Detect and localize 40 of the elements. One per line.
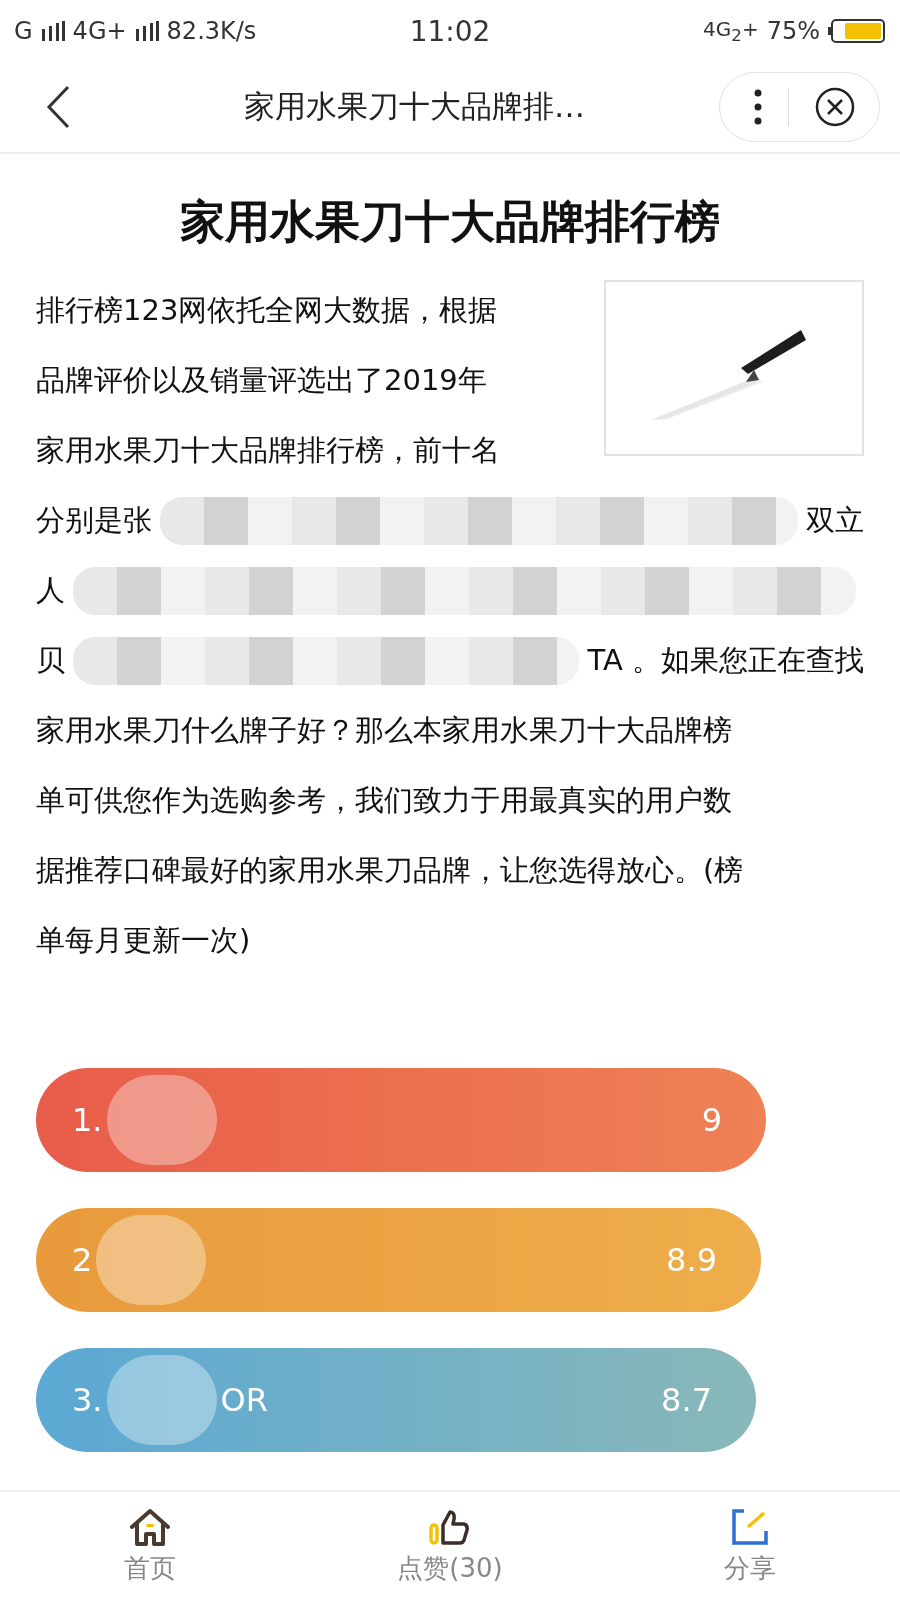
tab-item[interactable]: 点赞(30): [350, 1506, 550, 1586]
network-label: 4G+: [72, 17, 127, 45]
article-text: 双立: [806, 502, 864, 539]
page-title: 家用水果刀十大品牌排…: [243, 87, 586, 126]
tab-item[interactable]: 分享: [650, 1506, 850, 1586]
article-text: 分别是张: [36, 502, 152, 539]
more-icon[interactable]: [754, 89, 762, 125]
home-icon: [128, 1506, 172, 1547]
article-text: 单可供您作为选购参考，我们致力于用最真实的用户数: [36, 782, 732, 819]
back-icon[interactable]: [46, 85, 70, 129]
brand-name: OR: [220, 1381, 268, 1419]
article-text: 品牌评价以及销量评选出了2019年: [36, 362, 487, 399]
article-text: 单每月更新一次): [36, 922, 251, 959]
article-text: 贝: [36, 642, 65, 679]
article-text: 人: [36, 572, 65, 609]
close-icon[interactable]: [815, 87, 855, 127]
ranking-bar[interactable]: 2 8.9: [36, 1208, 761, 1312]
score: 8.9: [666, 1241, 717, 1279]
score: 9: [701, 1101, 722, 1139]
battery-percent: 75%: [766, 17, 820, 45]
speed-label: 82.3K/s: [166, 17, 257, 45]
ranking-bar[interactable]: 3. OR 8.7: [36, 1348, 756, 1452]
article-text: TA 。如果您正在查找: [587, 642, 864, 679]
signal-icon: [40, 21, 65, 41]
rank-number: 1.: [72, 1101, 103, 1139]
article-text: 排行榜123网依托全网大数据，根据: [36, 292, 498, 329]
clock: 11:02: [409, 14, 491, 48]
tab-item[interactable]: 首页: [50, 1506, 250, 1586]
network-label: 4G$_{2}$+: [703, 17, 759, 45]
carrier-label: G: [14, 17, 33, 45]
ranking-bar[interactable]: 1. 9: [36, 1068, 766, 1172]
article-text: 据推荐口碑最好的家用水果刀品牌，让您选得放心。(榜: [36, 852, 744, 889]
article-text: 家用水果刀什么牌子好？那么本家用水果刀十大品牌榜: [36, 712, 732, 749]
battery-icon: [828, 19, 886, 43]
article-text: 家用水果刀十大品牌排行榜，前十名: [36, 432, 500, 469]
score: 8.7: [661, 1381, 712, 1419]
signal-icon: [134, 21, 159, 41]
article-heading: 家用水果刀十大品牌排行榜: [179, 194, 721, 250]
rank-number: 3.: [72, 1381, 103, 1419]
rank-number: 2: [72, 1241, 93, 1279]
